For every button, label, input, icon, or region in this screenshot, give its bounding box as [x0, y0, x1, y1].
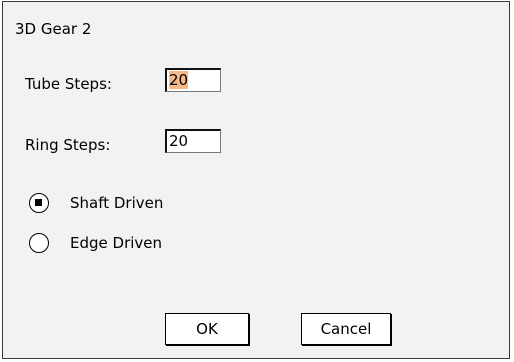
shaft-driven-label: Shaft Driven: [70, 194, 164, 212]
tube-steps-value: 20: [169, 71, 189, 89]
tube-steps-label: Tube Steps:: [25, 75, 112, 93]
cancel-button[interactable]: Cancel: [301, 313, 391, 345]
edge-driven-radio[interactable]: [29, 233, 49, 253]
edge-driven-option[interactable]: Edge Driven: [29, 231, 162, 255]
tube-steps-input[interactable]: 20: [165, 68, 221, 92]
dialog-window: 3D Gear 2 Tube Steps: 20 Ring Steps: 20 …: [2, 1, 510, 359]
shaft-driven-radio[interactable]: [29, 193, 49, 213]
radio-selected-dot: [35, 199, 42, 206]
shaft-driven-option[interactable]: Shaft Driven: [29, 191, 163, 215]
edge-driven-label: Edge Driven: [70, 234, 163, 252]
ok-button[interactable]: OK: [165, 313, 249, 345]
ring-steps-value: 20: [169, 132, 189, 150]
ring-steps-label: Ring Steps:: [25, 136, 111, 154]
ring-steps-input[interactable]: 20: [165, 129, 221, 153]
dialog-title: 3D Gear 2: [15, 20, 92, 38]
